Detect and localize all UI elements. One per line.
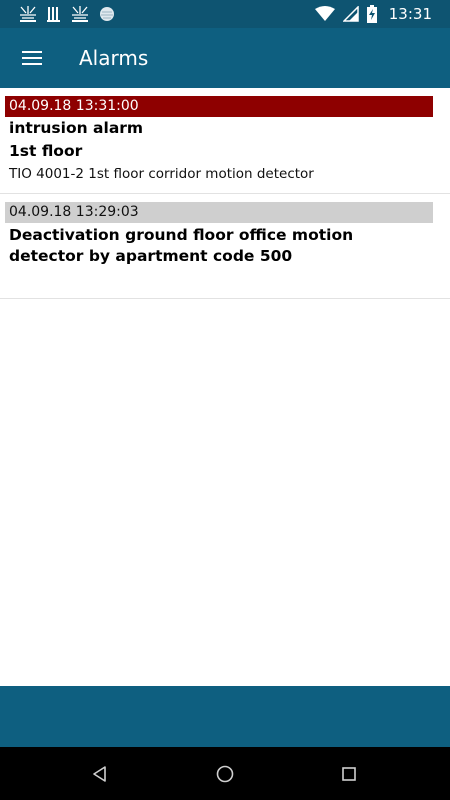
wifi-icon	[314, 6, 335, 21]
status-clock: 13:31	[388, 5, 432, 23]
signal-notification-icon	[47, 7, 60, 22]
hamburger-menu-icon	[22, 51, 42, 65]
cellular-signal-icon	[342, 6, 359, 22]
alarm-item[interactable]: 04.09.18 13:31:00 intrusion alarm 1st fl…	[0, 88, 450, 194]
alarm-list[interactable]: 04.09.18 13:31:00 intrusion alarm 1st fl…	[0, 88, 450, 299]
system-icons: 13:31	[314, 3, 432, 25]
alarm-location: 1st floor	[9, 142, 83, 160]
alarm-description: TIO 4001-2 1st floor corridor motion det…	[9, 166, 314, 182]
alarm-title: Deactivation ground floor office motion …	[9, 226, 354, 265]
home-button[interactable]	[211, 760, 239, 788]
alarm-timestamp: 04.09.18 13:31:00	[5, 96, 433, 117]
home-icon	[216, 765, 234, 783]
system-navigation-bar	[0, 747, 450, 800]
status-bar: 13:31	[0, 0, 450, 28]
dot-notification-icon	[100, 7, 114, 21]
back-icon	[93, 766, 106, 782]
recent-apps-button[interactable]	[335, 760, 363, 788]
alarm-title: intrusion alarm	[9, 119, 144, 137]
page-title: Alarms	[79, 46, 149, 70]
alarm-timestamp: 04.09.18 13:29:03	[5, 202, 433, 223]
recent-apps-icon	[342, 767, 356, 781]
app-notification-icon	[72, 6, 88, 22]
back-button[interactable]	[86, 760, 114, 788]
bottom-bar	[0, 686, 450, 747]
app-bar: Alarms	[0, 28, 450, 88]
battery-charging-icon	[366, 5, 377, 23]
notification-icons	[18, 5, 115, 23]
menu-button[interactable]	[12, 38, 52, 78]
alarm-item[interactable]: 04.09.18 13:29:03 Deactivation ground fl…	[0, 194, 450, 299]
app-notification-icon	[20, 6, 36, 22]
